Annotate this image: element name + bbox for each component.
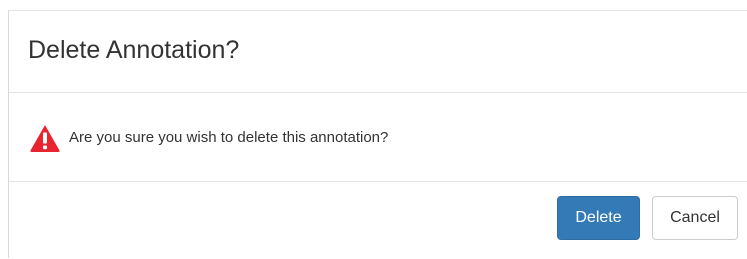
confirmation-message: Are you sure you wish to delete this ann… — [69, 128, 389, 146]
cancel-button[interactable]: Cancel — [652, 195, 738, 240]
delete-button[interactable]: Delete — [557, 195, 640, 240]
dialog-body: Are you sure you wish to delete this ann… — [9, 93, 747, 182]
dialog-footer: Delete Cancel — [9, 182, 747, 259]
warning-triangle-icon — [29, 123, 61, 153]
dialog-header: Delete Annotation? — [9, 11, 747, 93]
dialog-title: Delete Annotation? — [28, 36, 240, 64]
delete-annotation-dialog: Delete Annotation? Are you sure you wish… — [8, 10, 747, 258]
